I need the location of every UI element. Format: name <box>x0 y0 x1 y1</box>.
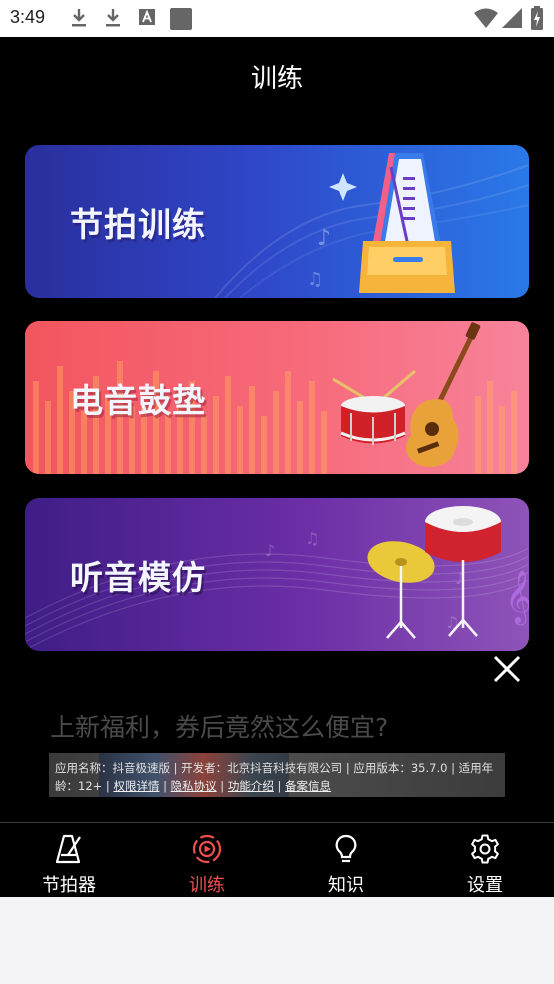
bottom-tab-bar: 节拍器 训练 知识 设置 <box>0 822 554 897</box>
card-label: 电音鼓垫 <box>70 380 206 420</box>
tab-training[interactable]: 训练 <box>138 823 276 897</box>
download-icon <box>72 9 86 27</box>
svg-text:𝄞: 𝄞 <box>505 569 529 625</box>
tab-label: 节拍器 <box>42 875 96 896</box>
lightbulb-icon <box>335 834 357 863</box>
page-title: 训练 <box>250 64 303 94</box>
privacy-link[interactable]: 隐私协议 <box>171 779 217 793</box>
ad-title[interactable]: 上新福利，券后竟然这么便宜? <box>50 708 388 744</box>
tab-settings[interactable]: 设置 <box>416 823 554 897</box>
app-screen: 3:49 训练 ♪ ♫ 节拍训练 电音鼓垫 ♪ ♫ ♪ ♫ 𝄞 听音模仿 上新福… <box>0 0 554 897</box>
permissions-link[interactable]: 权限详情 <box>113 779 159 793</box>
drum-guitar-icon <box>332 322 481 468</box>
wifi-icon <box>474 8 498 28</box>
status-bar: 3:49 <box>0 0 554 37</box>
tab-label: 知识 <box>328 875 364 896</box>
gear-icon <box>471 834 499 864</box>
tab-label: 训练 <box>189 875 225 896</box>
bottom-blank-area <box>0 897 554 984</box>
features-link[interactable]: 功能介绍 <box>228 779 274 793</box>
card-label: 节拍训练 <box>70 204 206 244</box>
card-ear-training[interactable]: ♪ ♫ ♪ ♫ 𝄞 听音模仿 <box>25 498 529 651</box>
separator: | <box>216 779 228 793</box>
card-electronic-drum-pad[interactable]: 电音鼓垫 <box>25 321 529 474</box>
ad-info-banner[interactable]: 应用名称：抖音极速版 | 开发者：北京抖音科技有限公司 | 应用版本：35.7.… <box>49 753 505 797</box>
status-time: 3:49 <box>10 7 46 27</box>
metronome-icon <box>55 834 81 864</box>
svg-text:♪: ♪ <box>265 541 275 560</box>
tab-label: 设置 <box>467 875 503 896</box>
tab-metronome[interactable]: 节拍器 <box>0 823 138 897</box>
battery-icon <box>531 6 543 30</box>
separator: | <box>273 779 286 793</box>
cymbal-drum-icon: 𝄞 <box>367 506 529 639</box>
svg-text:♪: ♪ <box>317 226 331 251</box>
square-icon <box>170 8 192 30</box>
font-icon <box>139 9 155 25</box>
download-icon <box>106 9 120 27</box>
card-label: 听音模仿 <box>70 557 206 597</box>
signal-icon <box>502 8 522 28</box>
tab-knowledge[interactable]: 知识 <box>277 823 415 897</box>
card-metronome-training[interactable]: ♪ ♫ 节拍训练 <box>25 145 529 298</box>
metronome-icon <box>359 153 455 293</box>
ad-app-info: 应用名称：抖音极速版 | 开发者：北京抖音科技有限公司 | 应用版本：35.7.… <box>55 759 501 795</box>
svg-text:♫: ♫ <box>307 269 323 290</box>
filing-link[interactable]: 备案信息 <box>285 779 331 793</box>
svg-text:♫: ♫ <box>305 529 319 548</box>
separator: | <box>159 779 171 793</box>
close-ad-icon[interactable] <box>490 652 524 686</box>
training-target-icon <box>192 834 222 864</box>
